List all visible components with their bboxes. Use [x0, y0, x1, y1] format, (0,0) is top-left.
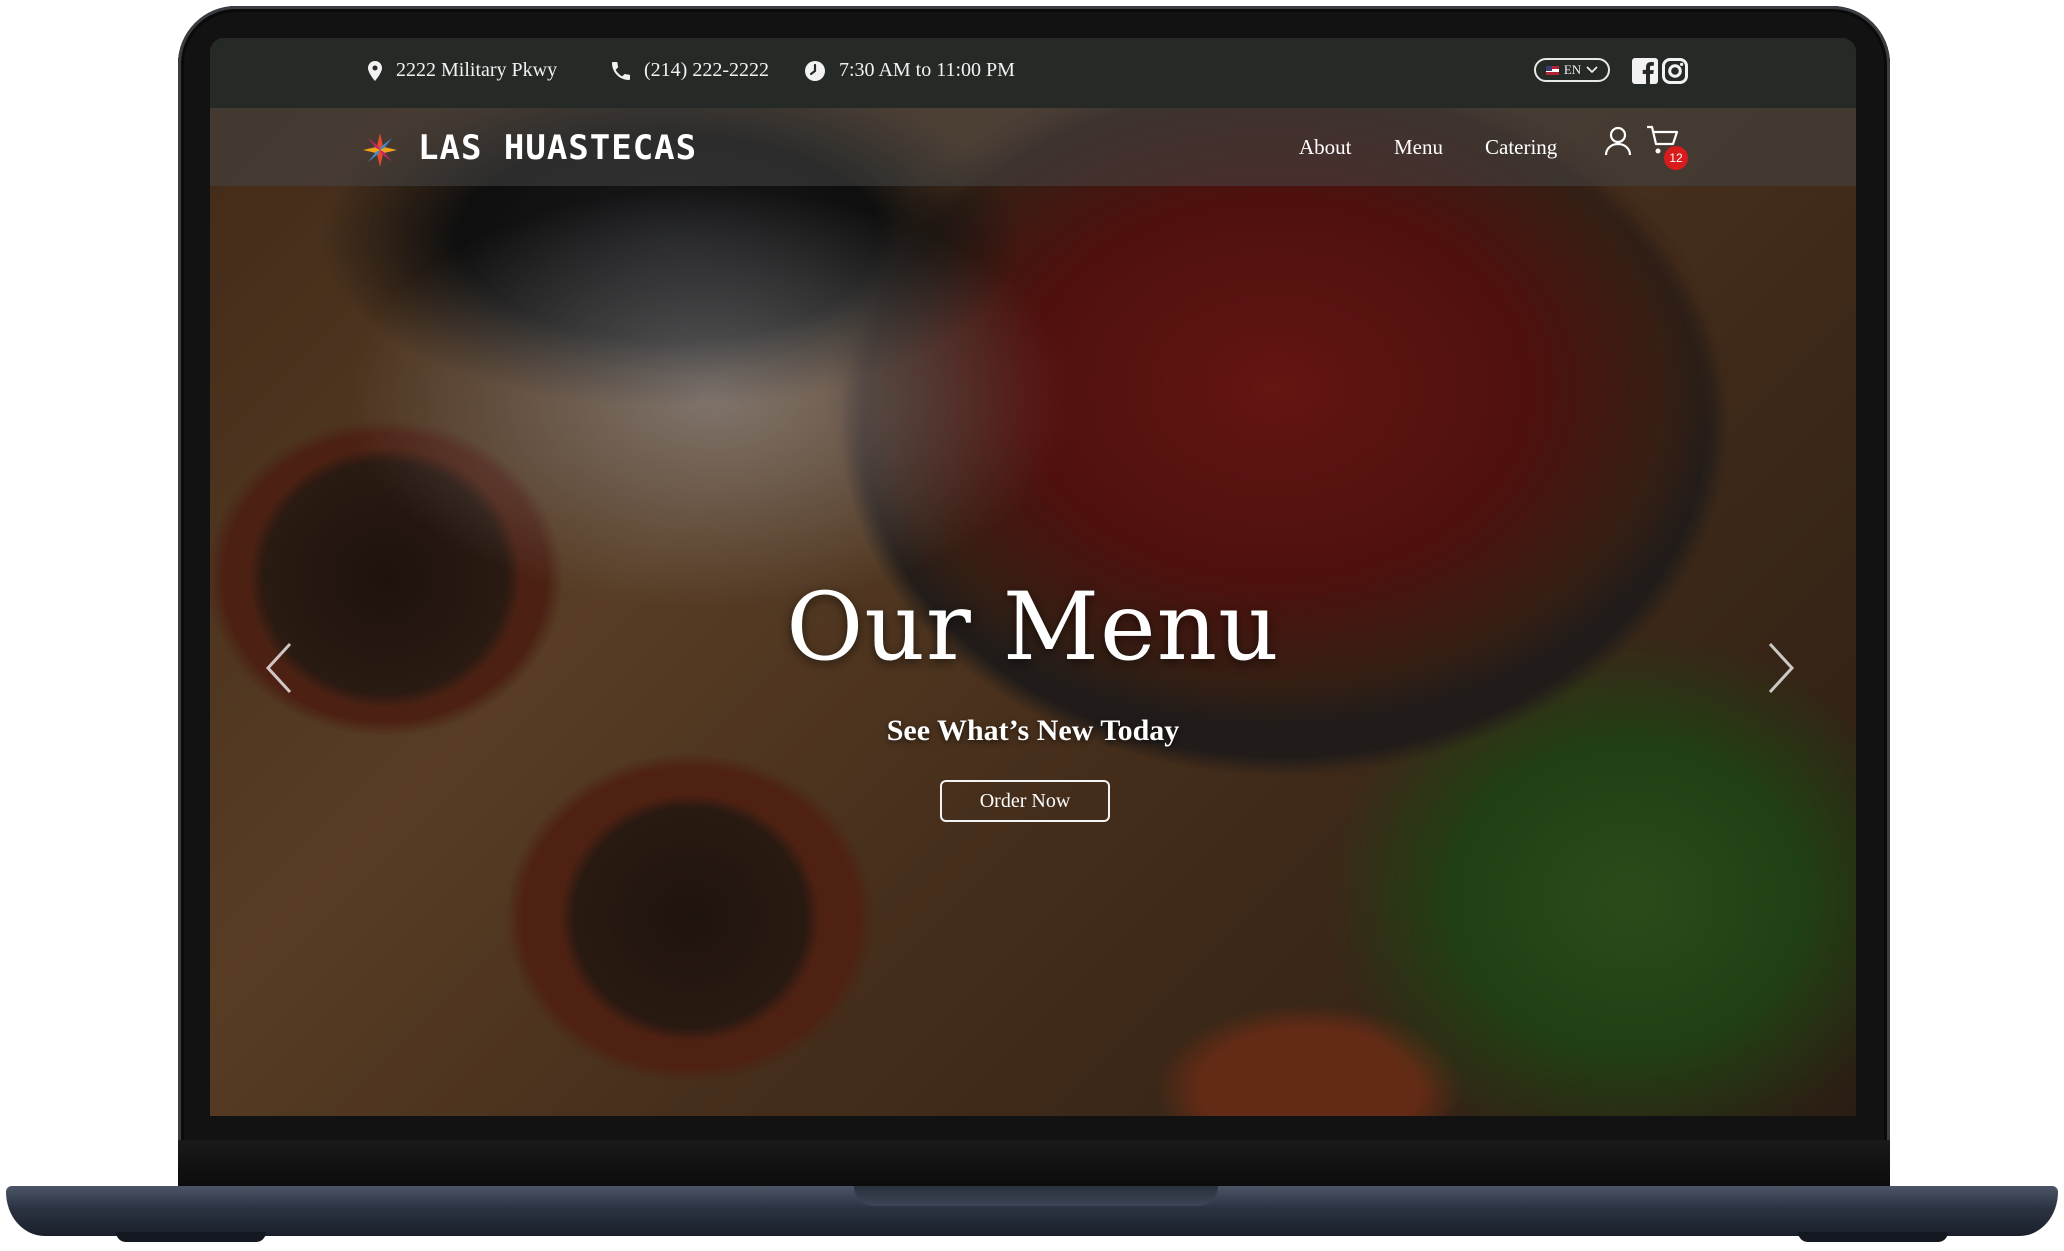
hours-text: 7:30 AM to 11:00 PM: [839, 59, 1015, 81]
nav-link-menu[interactable]: Menu: [1394, 135, 1443, 160]
order-now-button[interactable]: Order Now: [940, 780, 1110, 822]
nav-link-catering[interactable]: Catering: [1485, 135, 1557, 160]
hero-subtitle: See What’s New Today: [886, 714, 1180, 747]
language-selector[interactable]: EN: [1534, 58, 1610, 82]
phone-icon: [612, 61, 630, 80]
hours-info: 7:30 AM to 11:00 PM: [805, 59, 1015, 82]
phone-info[interactable]: (214) 222-2222: [612, 59, 769, 82]
laptop-base: [6, 1186, 2058, 1242]
clock-icon: [805, 60, 825, 81]
top-info-bar: 2222 Military Pkwy (214) 222-2222 7:30 A…: [210, 38, 1856, 108]
address-text: 2222 Military Pkwy: [396, 59, 558, 81]
laptop-foot-right: [1798, 1232, 1948, 1242]
logo-star-icon[interactable]: [362, 132, 398, 168]
main-navbar: LAS HUASTECAS About Menu Catering 12: [210, 108, 1856, 186]
phone-text: (214) 222-2222: [644, 59, 769, 81]
map-pin-icon: [368, 60, 382, 81]
facebook-icon[interactable]: [1632, 58, 1658, 84]
brand-name[interactable]: LAS HUASTECAS: [418, 128, 697, 168]
hero-title: Our Menu: [786, 573, 1280, 682]
instagram-icon[interactable]: [1662, 58, 1688, 84]
laptop-notch: [854, 1186, 1218, 1206]
laptop-chin: [178, 1140, 1890, 1186]
browser-screen: 2222 Military Pkwy (214) 222-2222 7:30 A…: [210, 38, 1856, 1116]
chevron-down-icon: [1586, 66, 1598, 74]
laptop-foot-left: [116, 1232, 266, 1242]
nav-link-about[interactable]: About: [1299, 135, 1352, 160]
cart-count-badge: 12: [1664, 146, 1688, 170]
language-label: EN: [1563, 62, 1582, 77]
user-icon[interactable]: [1604, 126, 1632, 156]
address-info[interactable]: 2222 Military Pkwy: [368, 59, 557, 82]
us-flag-icon: [1545, 65, 1559, 75]
